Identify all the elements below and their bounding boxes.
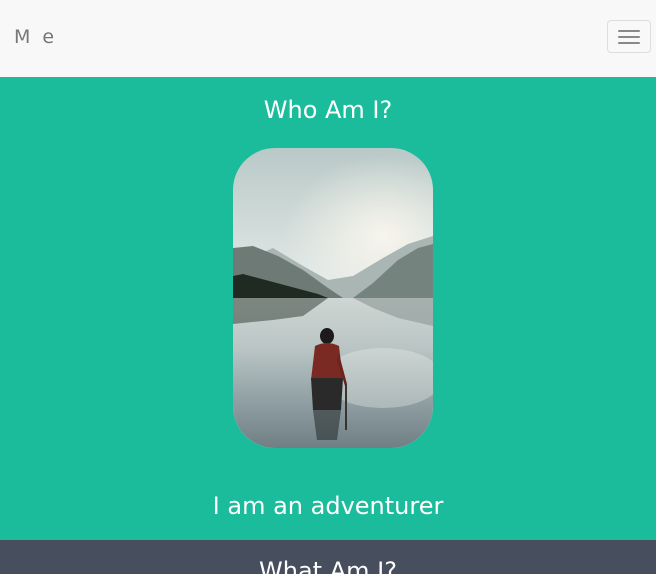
- profile-photo: [233, 148, 433, 448]
- hero-caption: I am an adventurer: [212, 492, 444, 520]
- hero-section: Who Am I? I am an adventurer: [0, 77, 656, 540]
- hero-title: Who Am I?: [263, 96, 393, 124]
- navbar-toggle-button[interactable]: [607, 20, 651, 53]
- hamburger-menu-icon: [618, 30, 640, 32]
- what-am-i-section: What Am I?: [0, 540, 656, 574]
- navbar: M e: [0, 0, 656, 77]
- section-title: What Am I?: [259, 557, 397, 574]
- navbar-brand[interactable]: M e: [14, 26, 57, 48]
